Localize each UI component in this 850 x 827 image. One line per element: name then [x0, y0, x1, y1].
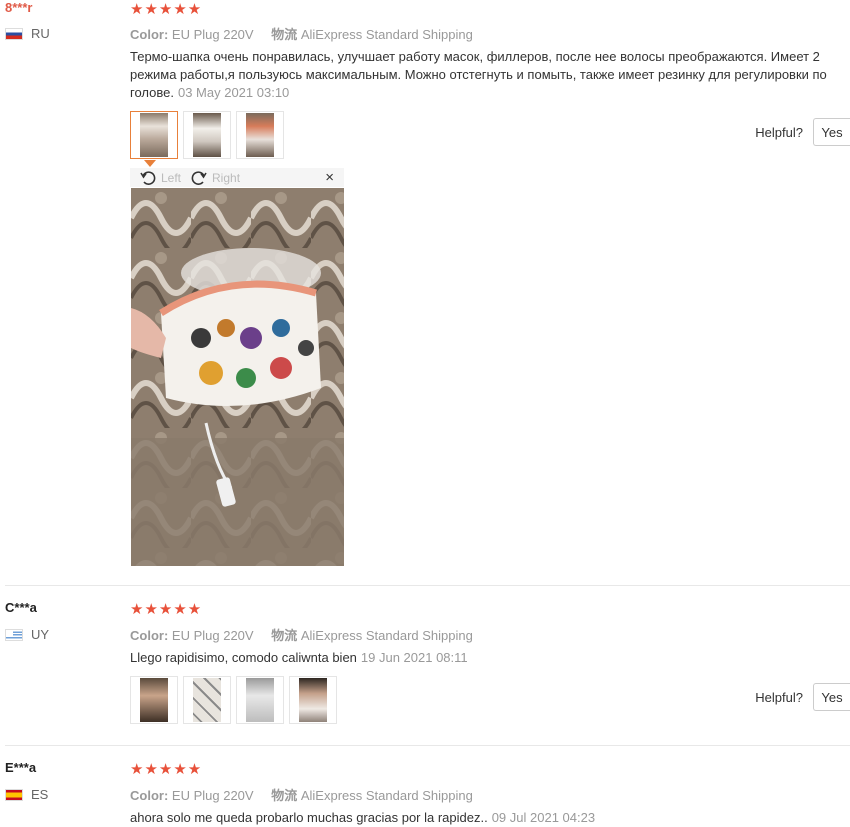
review-text: Термо-шапка очень понравилась, улучшает …	[130, 48, 850, 102]
reviewer-country: RU	[5, 26, 50, 41]
review-attributes: Color: EU Plug 220V 物流 AliExpress Standa…	[130, 785, 473, 804]
reviewer-name: C***a	[5, 600, 37, 615]
photo-image	[140, 113, 168, 157]
photo-image	[193, 113, 221, 157]
reviewer-name: 8***r	[5, 0, 33, 15]
rotate-right-button[interactable]: Right	[191, 170, 240, 186]
photo-image	[140, 678, 168, 722]
close-icon[interactable]: ×	[325, 169, 334, 186]
photo-thumbnail[interactable]	[236, 676, 284, 724]
reviewer-name: E***a	[5, 760, 37, 775]
photo-thumbnail[interactable]	[183, 111, 231, 159]
rotate-right-label: Right	[212, 170, 241, 185]
star-rating: ★★★★★	[130, 761, 203, 778]
review-attributes: Color: EU Plug 220V 物流 AliExpress Standa…	[130, 24, 473, 43]
photo-viewer-toolbar: Left Right ×	[130, 168, 344, 187]
country-code: RU	[31, 26, 50, 41]
rotate-left-icon	[140, 170, 156, 185]
shipping-label: 物流	[271, 788, 298, 803]
spain-flag-icon	[5, 788, 23, 801]
photo-viewer-svg	[131, 188, 344, 566]
photo-image	[299, 678, 327, 722]
helpful-label: Helpful?	[755, 689, 803, 705]
color-value: EU Plug 220V	[171, 27, 254, 42]
active-photo-caret	[144, 160, 156, 167]
photo-image	[246, 113, 274, 157]
helpful-yes-button[interactable]: Yes	[813, 683, 850, 711]
uruguay-flag-icon	[5, 628, 23, 641]
review-date: 03 May 2021 03:10	[177, 85, 290, 100]
shipping-value: AliExpress Standard Shipping	[300, 788, 473, 803]
rotate-left-button[interactable]: Left	[140, 170, 181, 186]
country-code: UY	[31, 627, 50, 642]
helpful-section: Helpful? Yes	[755, 118, 850, 146]
review-date: 19 Jun 2021 08:11	[360, 650, 468, 665]
review-attributes: Color: EU Plug 220V 物流 AliExpress Standa…	[130, 625, 473, 644]
russia-flag-icon	[5, 27, 23, 40]
color-label: Color:	[130, 788, 169, 803]
color-label: Color:	[130, 628, 169, 643]
photo-thumbnail[interactable]	[130, 111, 178, 159]
helpful-section: Helpful? Yes	[755, 683, 850, 711]
photo-thumbnail[interactable]	[130, 676, 178, 724]
review-body: Llego rapidisimo, comodo caliwnta bien	[130, 650, 357, 665]
shipping-value: AliExpress Standard Shipping	[300, 628, 473, 643]
helpful-label: Helpful?	[755, 124, 803, 140]
country-code: ES	[31, 787, 49, 802]
photo-viewer-image	[131, 188, 344, 566]
color-value: EU Plug 220V	[171, 788, 254, 803]
photo-thumbnail[interactable]	[289, 676, 337, 724]
helpful-yes-button[interactable]: Yes	[813, 118, 850, 146]
review-photos	[130, 676, 337, 724]
review-photos	[130, 111, 284, 159]
photo-thumbnail[interactable]	[183, 676, 231, 724]
photo-image	[246, 678, 274, 722]
star-rating: ★★★★★	[130, 601, 203, 618]
color-value: EU Plug 220V	[171, 628, 254, 643]
reviewer-country: UY	[5, 627, 49, 642]
review-text: ahora solo me queda probarlo muchas grac…	[130, 809, 850, 827]
shipping-label: 物流	[271, 628, 298, 643]
review-text: Llego rapidisimo, comodo caliwnta bien 19…	[130, 649, 850, 667]
shipping-value: AliExpress Standard Shipping	[300, 27, 473, 42]
reviewer-country: ES	[5, 787, 48, 802]
color-label: Color:	[130, 27, 169, 42]
review-divider	[5, 585, 850, 586]
shipping-label: 物流	[271, 27, 298, 42]
review-divider	[5, 745, 850, 746]
rotate-right-icon	[191, 170, 207, 185]
star-rating: ★★★★★	[130, 1, 203, 18]
rotate-left-label: Left	[161, 170, 182, 185]
photo-image	[193, 678, 221, 722]
photo-thumbnail[interactable]	[236, 111, 284, 159]
